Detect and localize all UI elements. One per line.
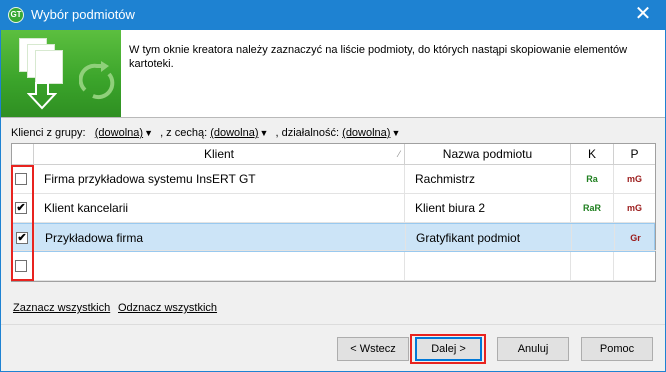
back-button[interactable]: < Wstecz	[337, 337, 409, 361]
column-header-k[interactable]: K	[571, 144, 614, 165]
p-badge: Gr	[630, 233, 641, 243]
column-header-client[interactable]: Klient ⁄	[34, 144, 405, 165]
name-cell: Rachmistrz	[405, 165, 571, 194]
wizard-body: W tym oknie kreatora należy zaznaczyć na…	[1, 30, 665, 371]
select-all-link[interactable]: Zaznacz wszystkich	[13, 302, 110, 314]
recycle-arrows-icon	[79, 61, 115, 100]
k-cell: RaR	[571, 194, 614, 223]
p-badge: mG	[626, 203, 642, 213]
column-header-p[interactable]: P	[614, 144, 655, 165]
column-header-check[interactable]	[12, 144, 34, 165]
table-row[interactable]: ✔ Klient kancelarii Klient biura 2 RaR mG	[12, 194, 655, 223]
p-cell: mG	[614, 165, 655, 194]
table-row[interactable]: ✔ Przykładowa firma Gratyfikant podmiot Gr	[12, 223, 656, 252]
feature-filter-dropdown[interactable]: (dowolna)	[210, 127, 258, 139]
table-row[interactable]: Firma przykładowa systemu InsERT GT Rachm…	[12, 165, 655, 194]
checkbox-cell	[12, 165, 34, 194]
client-cell	[34, 252, 405, 281]
p-cell	[614, 252, 655, 281]
banner-illustration	[1, 30, 121, 117]
cancel-button[interactable]: Anuluj	[497, 337, 569, 361]
title-bar[interactable]: GT Wybór podmiotów ✕	[0, 0, 666, 30]
p-cell: Gr	[615, 224, 656, 251]
checkbox-cell	[12, 252, 34, 281]
k-cell	[571, 252, 614, 281]
sort-indicator-icon: ⁄	[398, 149, 400, 159]
k-badge: Ra	[586, 174, 598, 184]
footer-divider	[1, 324, 665, 325]
checkbox-cell: ✔	[12, 194, 34, 223]
caret-down-icon[interactable]: ▼	[391, 128, 400, 138]
wizard-window: GT Wybór podmiotów ✕ W tym oknie kreator…	[0, 0, 666, 372]
window-title: Wybór podmiotów	[31, 7, 135, 22]
row-checkbox[interactable]: ✔	[15, 202, 27, 214]
k-badge: RaR	[582, 203, 601, 213]
checkbox-cell: ✔	[13, 224, 35, 251]
k-cell: Ra	[571, 165, 614, 194]
column-header-name[interactable]: Nazwa podmiotu	[405, 144, 571, 165]
p-badge: mG	[626, 174, 642, 184]
help-button[interactable]: Pomoc	[581, 337, 653, 361]
k-cell	[572, 224, 615, 251]
filter-bar: Klienci z grupy: (dowolna)▼ , z cechą: (…	[11, 127, 404, 139]
arrow-down-icon	[27, 82, 57, 110]
group-filter-label: Klienci z grupy:	[11, 127, 86, 139]
p-cell: mG	[614, 194, 655, 223]
row-checkbox[interactable]	[15, 173, 27, 185]
column-header-client-label: Klient	[203, 147, 235, 161]
app-icon: GT	[8, 7, 24, 23]
client-cell: Firma przykładowa systemu InsERT GT	[34, 165, 405, 194]
name-cell	[405, 252, 571, 281]
table-row[interactable]	[12, 252, 655, 281]
caret-down-icon[interactable]: ▼	[260, 128, 269, 138]
row-checkbox[interactable]	[15, 260, 27, 272]
name-cell: Gratyfikant podmiot	[406, 224, 572, 251]
document-icon	[35, 50, 63, 84]
deselect-all-link[interactable]: Odznacz wszystkich	[118, 302, 217, 314]
client-cell: Przykładowa firma	[35, 224, 406, 251]
name-cell: Klient biura 2	[405, 194, 571, 223]
next-button[interactable]: Dalej >	[415, 337, 482, 361]
clients-table: Klient ⁄ Nazwa podmiotu K P Firma przykł…	[11, 143, 656, 282]
client-cell: Klient kancelarii	[34, 194, 405, 223]
close-button[interactable]: ✕	[620, 0, 666, 30]
info-banner: W tym oknie kreatora należy zaznaczyć na…	[1, 30, 665, 118]
banner-text: W tym oknie kreatora należy zaznaczyć na…	[129, 44, 628, 70]
caret-down-icon[interactable]: ▼	[144, 128, 153, 138]
activity-filter-dropdown[interactable]: (dowolna)	[342, 127, 390, 139]
row-checkbox[interactable]: ✔	[16, 232, 28, 244]
feature-filter-label: , z cechą:	[160, 127, 208, 139]
activity-filter-label: , działalność:	[275, 127, 340, 139]
group-filter-dropdown[interactable]: (dowolna)	[95, 127, 143, 139]
